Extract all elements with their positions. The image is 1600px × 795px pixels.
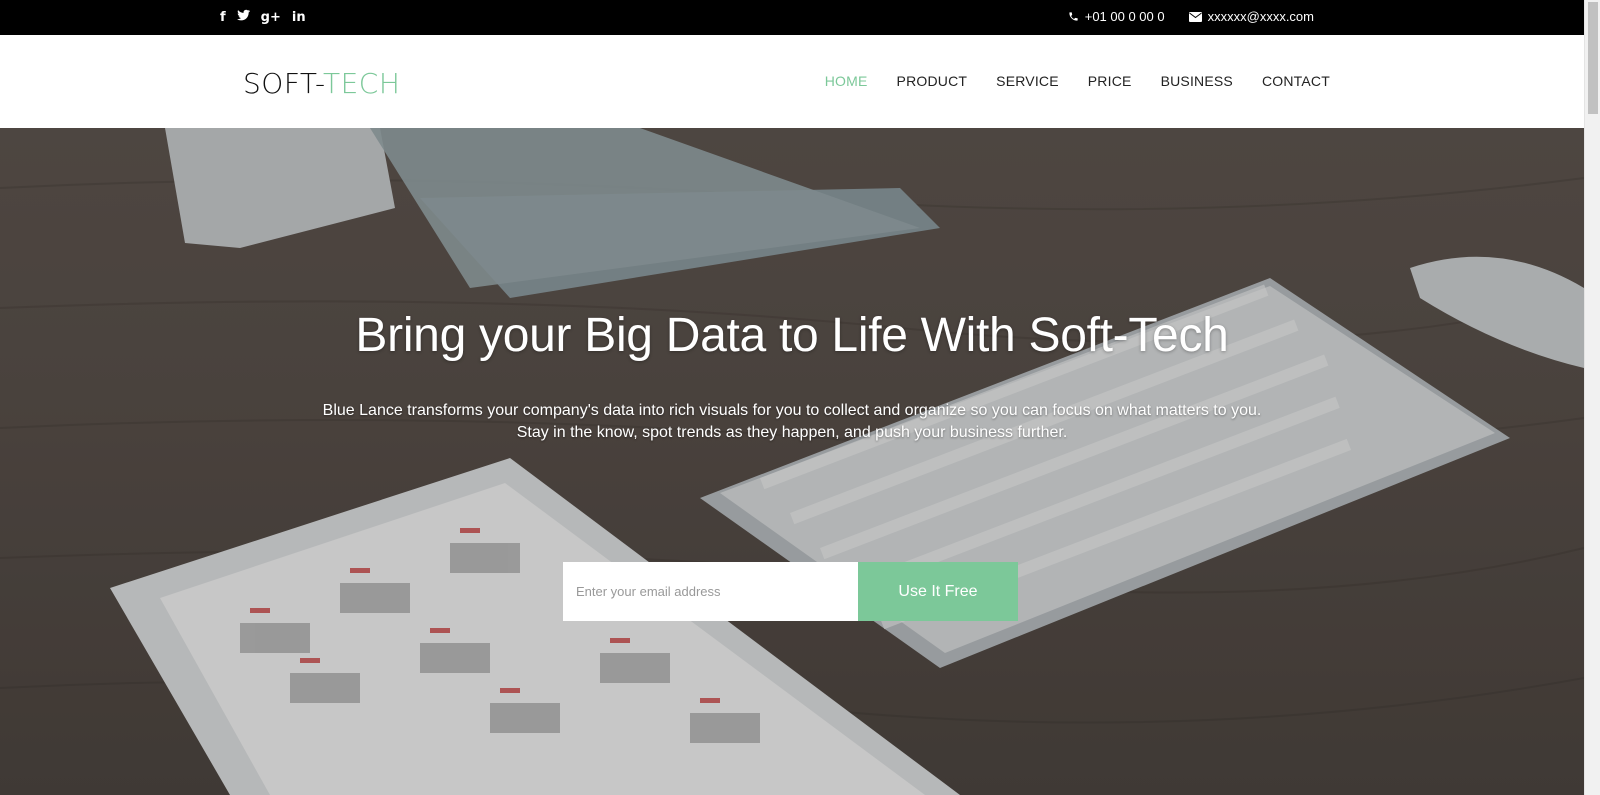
nav-item-price[interactable]: PRICE <box>1088 73 1132 89</box>
logo-accent-text: TECH <box>323 67 401 100</box>
google-plus-icon[interactable]: g+ <box>261 9 281 26</box>
email-address: xxxxxx@xxxx.com <box>1207 9 1314 24</box>
email-contact[interactable]: xxxxxx@xxxx.com <box>1188 9 1314 24</box>
hero-section: Bring your Big Data to Life With Soft-Te… <box>0 128 1584 795</box>
nav-menu: HOME PRODUCT SERVICE PRICE BUSINESS CONT… <box>825 73 1330 89</box>
phone-number: +01 00 0 00 0 <box>1084 9 1165 24</box>
envelope-icon <box>1188 11 1202 22</box>
twitter-icon[interactable] <box>236 9 250 26</box>
linkedin-icon[interactable]: in <box>292 9 306 26</box>
main-navbar: SOFT-TECH HOME PRODUCT SERVICE PRICE BUS… <box>0 35 1584 128</box>
contact-info: +01 00 0 00 0 xxxxxx@xxxx.com <box>1068 9 1314 24</box>
top-bar: f g+ in +01 00 0 00 0 xxxxxx@xxxx.com <box>0 0 1584 35</box>
nav-item-home[interactable]: HOME <box>825 73 868 89</box>
nav-item-service[interactable]: SERVICE <box>996 73 1059 89</box>
scrollbar-thumb[interactable] <box>1588 2 1598 114</box>
social-links: f g+ in <box>220 9 306 26</box>
site-logo[interactable]: SOFT-TECH <box>243 67 400 100</box>
email-input[interactable] <box>563 562 858 621</box>
facebook-icon[interactable]: f <box>220 9 226 26</box>
nav-item-product[interactable]: PRODUCT <box>897 73 968 89</box>
email-signup-form: Use It Free <box>563 562 1018 621</box>
hero-title: Bring your Big Data to Life With Soft-Te… <box>355 309 1229 362</box>
phone-contact[interactable]: +01 00 0 00 0 <box>1068 9 1165 24</box>
hero-background-image <box>0 128 1584 795</box>
use-it-free-button[interactable]: Use It Free <box>858 562 1018 621</box>
hero-subtitle: Blue Lance transforms your company's dat… <box>322 402 1262 441</box>
logo-text: SOFT- <box>243 67 323 100</box>
nav-item-business[interactable]: BUSINESS <box>1161 73 1233 89</box>
page-scrollbar[interactable] <box>1584 0 1600 795</box>
nav-item-contact[interactable]: CONTACT <box>1262 73 1330 89</box>
phone-icon <box>1069 12 1078 21</box>
